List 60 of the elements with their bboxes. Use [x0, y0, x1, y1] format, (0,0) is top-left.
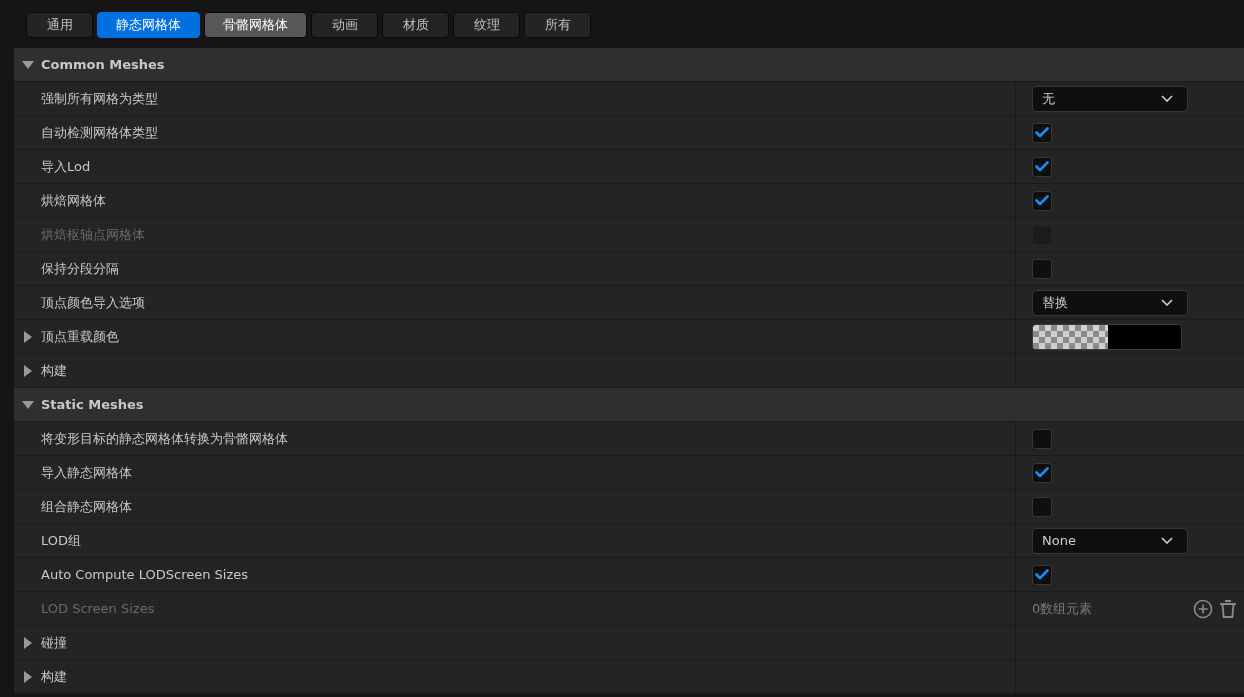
checkbox[interactable] — [1032, 258, 1052, 279]
dropdown-value: 替换 — [1042, 293, 1068, 312]
checkmark-icon — [1035, 195, 1049, 206]
property-label: Auto Compute LODScreen Sizes — [41, 567, 249, 582]
tab[interactable]: 材质 — [382, 12, 449, 38]
expand-triangle-icon[interactable] — [23, 670, 32, 683]
property-label: 顶点重载颜色 — [41, 327, 119, 346]
property-label: 将变形目标的静态网格体转换为骨骼网格体 — [41, 429, 288, 448]
property-label: 自动检测网格体类型 — [41, 123, 158, 142]
dropdown[interactable]: 替换 — [1032, 289, 1188, 316]
property-label: 强制所有网格为类型 — [41, 89, 158, 108]
section-title: Common Meshes — [41, 57, 165, 72]
dropdown[interactable]: 无 — [1032, 85, 1188, 112]
tab[interactable]: 通用 — [26, 12, 93, 38]
property-label: 顶点颜色导入选项 — [41, 293, 145, 312]
property-label: 烘焙枢轴点网格体 — [41, 225, 145, 244]
expand-triangle-icon[interactable] — [23, 364, 32, 377]
tab[interactable]: 静态网格体 — [97, 12, 200, 38]
property-label: LOD Screen Sizes — [41, 601, 155, 616]
tab[interactable]: 骨骼网格体 — [204, 12, 307, 38]
checkbox[interactable] — [1032, 190, 1052, 211]
expand-triangle-icon[interactable] — [23, 330, 32, 343]
trash-icon[interactable] — [1219, 598, 1237, 619]
property-label: 构建 — [41, 667, 67, 686]
checkmark-icon — [1035, 467, 1049, 478]
checkmark-icon — [1035, 569, 1049, 580]
checkbox[interactable] — [1032, 122, 1052, 143]
property-label: 保持分段分隔 — [41, 259, 119, 278]
color-swatch[interactable] — [1032, 323, 1182, 350]
tab[interactable]: 所有 — [524, 12, 591, 38]
checkbox[interactable] — [1032, 156, 1052, 177]
array-count: 0数组元素 — [1032, 599, 1094, 618]
dropdown-value: None — [1042, 533, 1076, 548]
checkmark-icon — [1035, 127, 1049, 138]
checkbox[interactable] — [1032, 462, 1052, 483]
collapse-triangle-icon[interactable] — [21, 60, 34, 69]
property-label: 导入Lod — [41, 157, 91, 176]
expand-triangle-icon[interactable] — [23, 636, 32, 649]
dropdown-value: 无 — [1042, 89, 1055, 108]
property-label: 组合静态网格体 — [41, 497, 132, 516]
checkbox[interactable] — [1032, 496, 1052, 517]
chevron-down-icon — [1161, 95, 1173, 102]
property-label: 烘焙网格体 — [41, 191, 106, 210]
chevron-down-icon — [1161, 299, 1173, 306]
checkbox[interactable] — [1032, 564, 1052, 585]
tab[interactable]: 动画 — [311, 12, 378, 38]
section-header[interactable]: Static Meshes — [14, 388, 1244, 422]
property-label: 构建 — [41, 361, 67, 380]
property-label: LOD组 — [41, 531, 82, 550]
collapse-triangle-icon[interactable] — [21, 400, 34, 409]
chevron-down-icon — [1161, 537, 1173, 544]
dropdown[interactable]: None — [1032, 527, 1188, 554]
property-label: 碰撞 — [41, 633, 67, 652]
checkbox[interactable] — [1032, 428, 1052, 449]
section-title: Static Meshes — [41, 397, 144, 412]
property-label: 导入静态网格体 — [41, 463, 132, 482]
add-icon[interactable] — [1193, 598, 1213, 619]
section-header[interactable]: Common Meshes — [14, 48, 1244, 82]
tab[interactable]: 纹理 — [453, 12, 520, 38]
checkmark-icon — [1035, 161, 1049, 172]
